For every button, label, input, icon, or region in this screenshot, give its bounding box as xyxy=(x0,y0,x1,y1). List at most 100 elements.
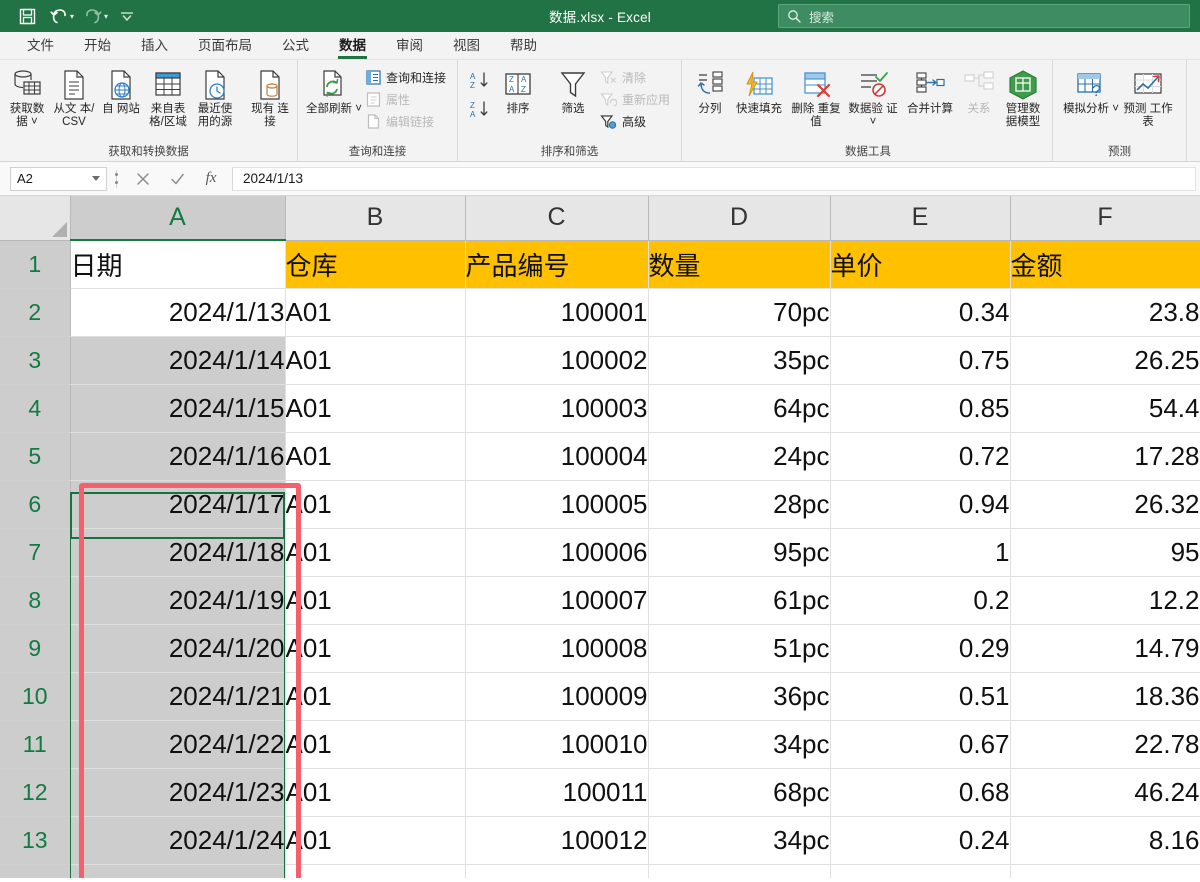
table-row[interactable]: 6 2024/1/17 A01 100005 28pc 0.94 26.32 xyxy=(0,480,1200,529)
tab-help[interactable]: 帮助 xyxy=(495,32,552,60)
row-header-2[interactable]: 2 xyxy=(0,288,71,337)
cell-f6[interactable]: 26.32 xyxy=(1010,480,1200,529)
cell-f12[interactable]: 46.24 xyxy=(1010,768,1200,817)
column-header-b[interactable]: B xyxy=(285,196,466,241)
cancel-entry-button[interactable] xyxy=(126,167,160,191)
cell-a5[interactable]: 2024/1/16 xyxy=(70,432,286,481)
cell-c10[interactable]: 100009 xyxy=(465,672,649,721)
advanced-filter-button[interactable]: 高级 xyxy=(597,112,673,131)
redo-dropdown-icon[interactable]: ▾ xyxy=(104,12,108,21)
cell-d9[interactable]: 51pc xyxy=(648,624,831,673)
cell-b12[interactable]: A01 xyxy=(285,768,466,817)
cell-d11[interactable]: 34pc xyxy=(648,720,831,769)
cell-a10[interactable]: 2024/1/21 xyxy=(70,672,286,721)
tab-review[interactable]: 审阅 xyxy=(381,32,438,60)
existing-connections-button[interactable]: 现有 连接 xyxy=(247,64,293,129)
cell-b7[interactable]: A01 xyxy=(285,528,466,577)
table-row[interactable]: 11 2024/1/22 A01 100010 34pc 0.67 22.78 xyxy=(0,720,1200,769)
cell-a1[interactable]: 日期 xyxy=(70,240,286,289)
from-web-button[interactable]: 自 网站 xyxy=(98,64,144,116)
cell-e5[interactable]: 0.72 xyxy=(830,432,1011,481)
cell-e10[interactable]: 0.51 xyxy=(830,672,1011,721)
cell-c5[interactable]: 100004 xyxy=(465,432,649,481)
formula-input[interactable]: 2024/1/13 xyxy=(232,166,1196,191)
row-header-14[interactable]: 14 xyxy=(0,864,71,878)
cell-c7[interactable]: 100006 xyxy=(465,528,649,577)
cell-d2[interactable]: 70pc xyxy=(648,288,831,337)
cell-f4[interactable]: 54.4 xyxy=(1010,384,1200,433)
from-table-range-button[interactable]: 来自表 格/区域 xyxy=(145,64,191,129)
cell-f5[interactable]: 17.28 xyxy=(1010,432,1200,481)
insert-function-button[interactable]: fx xyxy=(194,167,228,191)
cell-f3[interactable]: 26.25 xyxy=(1010,336,1200,385)
cell-e6[interactable]: 0.94 xyxy=(830,480,1011,529)
cell-e12[interactable]: 0.68 xyxy=(830,768,1011,817)
column-header-d[interactable]: D xyxy=(648,196,831,241)
cell-d6[interactable]: 28pc xyxy=(648,480,831,529)
manage-data-model-button[interactable]: 管理数 据模型 xyxy=(1000,64,1046,129)
cell-c4[interactable]: 100003 xyxy=(465,384,649,433)
tab-home[interactable]: 开始 xyxy=(69,32,126,60)
cell-a8[interactable]: 2024/1/19 xyxy=(70,576,286,625)
cell-f8[interactable]: 12.2 xyxy=(1010,576,1200,625)
row-header-7[interactable]: 7 xyxy=(0,528,71,577)
cell-d3[interactable]: 35pc xyxy=(648,336,831,385)
select-all-corner[interactable] xyxy=(0,196,71,241)
confirm-entry-button[interactable] xyxy=(160,167,194,191)
cell-c2[interactable]: 100001 xyxy=(465,288,649,337)
recent-sources-button[interactable]: 最近使 用的源 xyxy=(192,64,238,129)
queries-connections-button[interactable]: 查询和连接 xyxy=(363,68,449,87)
cell-c14[interactable]: 100013 xyxy=(465,864,649,878)
table-row[interactable]: 14 2024/1/25 A01 100013 71pc 0.56 44.16 xyxy=(0,864,1200,878)
what-if-analysis-button[interactable]: ? 模拟分析 ˅ xyxy=(1063,64,1119,116)
sort-descending-button[interactable]: ZA xyxy=(466,99,494,119)
cell-b2[interactable]: A01 xyxy=(285,288,466,337)
row-header-6[interactable]: 6 xyxy=(0,480,71,529)
cell-a4[interactable]: 2024/1/15 xyxy=(70,384,286,433)
cell-a3[interactable]: 2024/1/14 xyxy=(70,336,286,385)
row-header-8[interactable]: 8 xyxy=(0,576,71,625)
cell-f7[interactable]: 95 xyxy=(1010,528,1200,577)
row-header-9[interactable]: 9 xyxy=(0,624,71,673)
forecast-sheet-button[interactable]: 预测 工作表 xyxy=(1120,64,1176,129)
tab-insert[interactable]: 插入 xyxy=(126,32,183,60)
cell-d7[interactable]: 95pc xyxy=(648,528,831,577)
cell-a9[interactable]: 2024/1/20 xyxy=(70,624,286,673)
table-row[interactable]: 10 2024/1/21 A01 100009 36pc 0.51 18.36 xyxy=(0,672,1200,721)
cell-d1[interactable]: 数量 xyxy=(648,240,831,289)
customize-qat-icon[interactable] xyxy=(112,3,142,29)
flash-fill-button[interactable]: 快速填充 xyxy=(731,64,787,116)
name-box[interactable]: A2 xyxy=(10,166,107,191)
cell-c13[interactable]: 100012 xyxy=(465,816,649,865)
cell-c9[interactable]: 100008 xyxy=(465,624,649,673)
cell-e7[interactable]: 1 xyxy=(830,528,1011,577)
cell-c1[interactable]: 产品编号 xyxy=(465,240,649,289)
search-input[interactable]: 搜索 xyxy=(778,4,1190,28)
cell-b13[interactable]: A01 xyxy=(285,816,466,865)
cell-f13[interactable]: 8.16 xyxy=(1010,816,1200,865)
table-row[interactable]: 9 2024/1/20 A01 100008 51pc 0.29 14.79 xyxy=(0,624,1200,673)
tab-view[interactable]: 视图 xyxy=(438,32,495,60)
cell-f10[interactable]: 18.36 xyxy=(1010,672,1200,721)
cell-d8[interactable]: 61pc xyxy=(648,576,831,625)
filter-button[interactable]: 筛选 xyxy=(550,64,596,116)
cell-f2[interactable]: 23.8 xyxy=(1010,288,1200,337)
row-header-11[interactable]: 11 xyxy=(0,720,71,769)
cell-b3[interactable]: A01 xyxy=(285,336,466,385)
cell-e13[interactable]: 0.24 xyxy=(830,816,1011,865)
row-header-1[interactable]: 1 xyxy=(0,240,71,289)
table-row[interactable]: 7 2024/1/18 A01 100006 95pc 1 95 xyxy=(0,528,1200,577)
cell-a14[interactable]: 2024/1/25 xyxy=(70,864,286,878)
row-header-5[interactable]: 5 xyxy=(0,432,71,481)
data-validation-button[interactable]: 数据验 证 ˅ xyxy=(845,64,901,129)
cell-e4[interactable]: 0.85 xyxy=(830,384,1011,433)
cell-c8[interactable]: 100007 xyxy=(465,576,649,625)
cell-d13[interactable]: 34pc xyxy=(648,816,831,865)
table-row[interactable]: 4 2024/1/15 A01 100003 64pc 0.85 54.4 xyxy=(0,384,1200,433)
row-header-4[interactable]: 4 xyxy=(0,384,71,433)
cell-b5[interactable]: A01 xyxy=(285,432,466,481)
column-header-a[interactable]: A xyxy=(70,196,286,241)
chevron-down-icon[interactable] xyxy=(92,176,100,181)
cell-b8[interactable]: A01 xyxy=(285,576,466,625)
sort-ascending-button[interactable]: AZ xyxy=(466,70,494,90)
